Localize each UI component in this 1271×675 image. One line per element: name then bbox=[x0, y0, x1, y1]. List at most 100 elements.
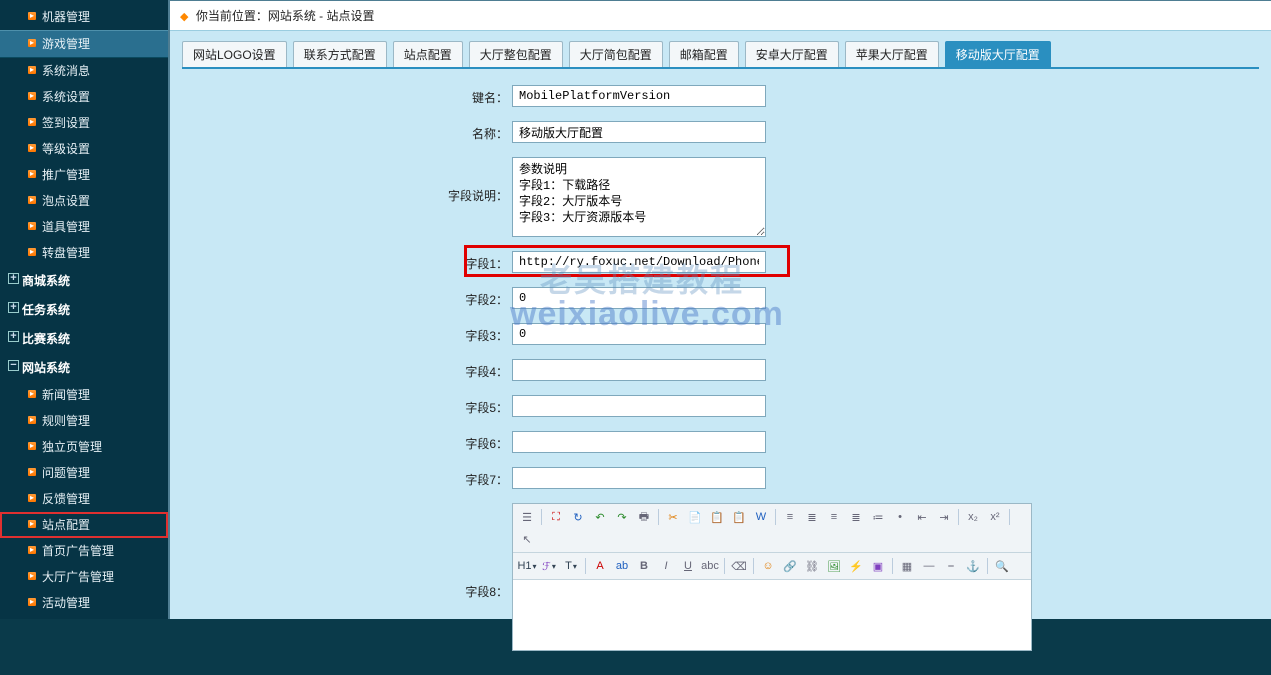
tab-0[interactable]: 网站LOGO设置 bbox=[182, 41, 287, 67]
refresh-icon[interactable]: ↻ bbox=[568, 507, 588, 527]
sidebar-group-0[interactable]: +商城系统 bbox=[0, 266, 168, 295]
input-f2[interactable] bbox=[512, 287, 766, 309]
paste-icon[interactable]: 📋 bbox=[707, 507, 727, 527]
toolbar-separator bbox=[892, 558, 893, 574]
input-f1[interactable] bbox=[512, 251, 766, 273]
sidebar-web-item-1[interactable]: ▸规则管理 bbox=[0, 408, 168, 434]
sidebar-web-item-3[interactable]: ▸问题管理 bbox=[0, 460, 168, 486]
cut-icon[interactable]: ✂ bbox=[663, 507, 683, 527]
sub-icon[interactable]: x₂ bbox=[963, 507, 983, 527]
textarea-desc[interactable] bbox=[512, 157, 766, 237]
input-f6[interactable] bbox=[512, 431, 766, 453]
sidebar-item-4[interactable]: ▸签到设置 bbox=[0, 110, 168, 136]
size-dd[interactable]: T bbox=[561, 556, 581, 576]
sidebar-item-9[interactable]: ▸转盘管理 bbox=[0, 240, 168, 266]
input-f3[interactable] bbox=[512, 323, 766, 345]
list-num-icon[interactable]: ≔ bbox=[868, 507, 888, 527]
sidebar-group-2[interactable]: +比赛系统 bbox=[0, 324, 168, 353]
sidebar-item-1[interactable]: ▸游戏管理 bbox=[0, 30, 168, 58]
find-icon[interactable]: 🔍 bbox=[992, 556, 1012, 576]
underline-icon[interactable]: U bbox=[678, 556, 698, 576]
flash-icon[interactable]: ⚡ bbox=[846, 556, 866, 576]
print-icon[interactable]: 🖶 bbox=[634, 507, 654, 527]
editor-toolbar-row1: ☰⛶↻↶↷🖶✂📄📋📋W≡≣≡≣≔•⇤⇥x₂x²↖ bbox=[513, 504, 1031, 553]
input-name[interactable] bbox=[512, 121, 766, 143]
heading-dd[interactable]: H1 bbox=[517, 556, 537, 576]
sidebar-web-item-7[interactable]: ▸大厅广告管理 bbox=[0, 564, 168, 590]
image-icon[interactable]: 🖼 bbox=[824, 556, 844, 576]
table-icon[interactable]: ▦ bbox=[897, 556, 917, 576]
copy-icon[interactable]: 📄 bbox=[685, 507, 705, 527]
input-keyname[interactable] bbox=[512, 85, 766, 107]
page-break-icon[interactable]: ⎯ bbox=[941, 556, 961, 576]
link-icon[interactable]: 🔗 bbox=[780, 556, 800, 576]
sidebar-item-6[interactable]: ▸ 推广管理 bbox=[0, 162, 168, 188]
align-justify-icon[interactable]: ≣ bbox=[846, 507, 866, 527]
arrow-icon: ▸ bbox=[28, 170, 36, 178]
source-icon[interactable]: ☰ bbox=[517, 507, 537, 527]
indent-icon[interactable]: ⇥ bbox=[934, 507, 954, 527]
align-right-icon[interactable]: ≡ bbox=[824, 507, 844, 527]
sidebar-web-item-0[interactable]: ▸新闻管理 bbox=[0, 382, 168, 408]
sidebar-item-label: 独立页管理 bbox=[42, 440, 102, 454]
input-f7[interactable] bbox=[512, 467, 766, 489]
sidebar-group-3[interactable]: −网站系统 bbox=[0, 353, 168, 382]
fontcolor-icon[interactable]: A bbox=[590, 556, 610, 576]
sidebar-group-1[interactable]: +任务系统 bbox=[0, 295, 168, 324]
sidebar: ▸机器管理▸游戏管理▸系统消息▸系统设置▸签到设置▸等级设置▸推广管理▸泡点设置… bbox=[0, 0, 170, 619]
paste-text-icon[interactable]: 📋 bbox=[729, 507, 749, 527]
media-icon[interactable]: ▣ bbox=[868, 556, 888, 576]
sup-icon[interactable]: x² bbox=[985, 507, 1005, 527]
expand-icon: + bbox=[8, 302, 19, 313]
tab-4[interactable]: 大厅简包配置 bbox=[569, 41, 663, 67]
anchor-icon[interactable]: ⚓ bbox=[963, 556, 983, 576]
unlink-icon[interactable]: ⛓ bbox=[802, 556, 822, 576]
align-left-icon[interactable]: ≡ bbox=[780, 507, 800, 527]
tab-8[interactable]: 移动版大厅配置 bbox=[945, 41, 1051, 67]
align-center-icon[interactable]: ≣ bbox=[802, 507, 822, 527]
breadcrumb-prefix: 你当前位置： bbox=[196, 9, 268, 23]
input-f5[interactable] bbox=[512, 395, 766, 417]
sidebar-web-item-6[interactable]: ▸首页广告管理 bbox=[0, 538, 168, 564]
bold-icon[interactable]: B bbox=[634, 556, 654, 576]
tab-6[interactable]: 安卓大厅配置 bbox=[745, 41, 839, 67]
label-keyname: 键名： bbox=[182, 85, 512, 106]
bgcolor-icon[interactable]: ab bbox=[612, 556, 632, 576]
tab-1[interactable]: 联系方式配置 bbox=[293, 41, 387, 67]
outdent-icon[interactable]: ⇤ bbox=[912, 507, 932, 527]
tab-2[interactable]: 站点配置 bbox=[393, 41, 463, 67]
sidebar-item-5[interactable]: ▸等级设置 bbox=[0, 136, 168, 162]
sidebar-web-item-5[interactable]: ▸站点配置 bbox=[0, 512, 168, 538]
fullscreen-icon[interactable]: ⛶ bbox=[546, 507, 566, 527]
redo-icon[interactable]: ↷ bbox=[612, 507, 632, 527]
expand-icon: + bbox=[8, 331, 19, 342]
sidebar-item-3[interactable]: ▸系统设置 bbox=[0, 84, 168, 110]
remove-format-icon[interactable]: ⌫ bbox=[729, 556, 749, 576]
tab-7[interactable]: 苹果大厅配置 bbox=[845, 41, 939, 67]
list-bullet-icon[interactable]: • bbox=[890, 507, 910, 527]
italic-icon[interactable]: I bbox=[656, 556, 676, 576]
sidebar-item-7[interactable]: ▸泡点设置 bbox=[0, 188, 168, 214]
font-dd[interactable]: ℱ bbox=[539, 556, 559, 576]
hr-icon[interactable]: — bbox=[919, 556, 939, 576]
smiley-icon[interactable]: ☺ bbox=[758, 556, 778, 576]
sidebar-item-8[interactable]: ▸道具管理 bbox=[0, 214, 168, 240]
sidebar-item-2[interactable]: ▸系统消息 bbox=[0, 58, 168, 84]
input-f4[interactable] bbox=[512, 359, 766, 381]
sidebar-item-0[interactable]: ▸机器管理 bbox=[0, 4, 168, 30]
sidebar-item-label: 推广管理 bbox=[42, 168, 90, 182]
sidebar-item-label: 等级设置 bbox=[42, 142, 90, 156]
tab-label: 大厅简包配置 bbox=[580, 48, 652, 62]
label-f7: 字段7： bbox=[182, 467, 512, 488]
sidebar-web-item-4[interactable]: ▸反馈管理 bbox=[0, 486, 168, 512]
paste-word-icon[interactable]: W bbox=[751, 507, 771, 527]
tab-5[interactable]: 邮箱配置 bbox=[669, 41, 739, 67]
strike-icon[interactable]: abc bbox=[700, 556, 720, 576]
undo-icon[interactable]: ↶ bbox=[590, 507, 610, 527]
tab-3[interactable]: 大厅整包配置 bbox=[469, 41, 563, 67]
arrow-icon: ▸ bbox=[28, 248, 36, 256]
select-icon[interactable]: ↖ bbox=[517, 529, 537, 549]
editor-body[interactable] bbox=[513, 580, 1031, 650]
sidebar-web-item-8[interactable]: ▸活动管理 bbox=[0, 590, 168, 616]
sidebar-web-item-2[interactable]: ▸独立页管理 bbox=[0, 434, 168, 460]
